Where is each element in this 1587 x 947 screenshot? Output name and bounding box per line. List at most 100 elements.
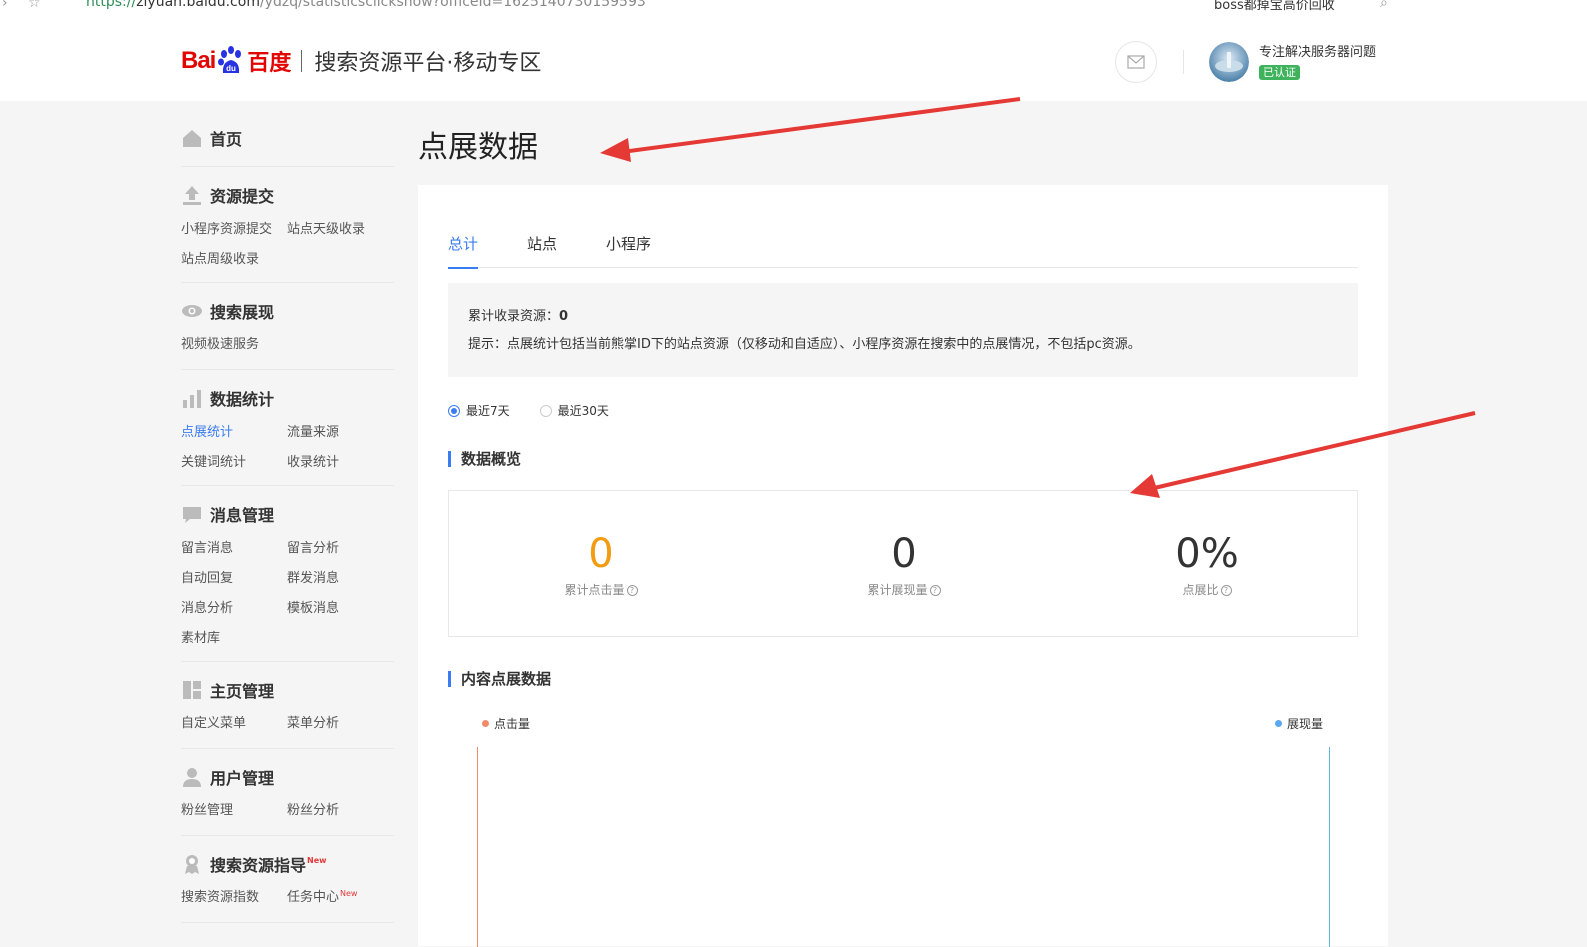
- sidebar-section-message-mgmt: 消息管理 留言消息 留言分析 自动回复 群发消息 消息分析 模板消息 素材库: [181, 486, 394, 662]
- content-data-heading: 内容点展数据: [448, 671, 551, 687]
- logo-text-bai: Bai: [181, 47, 216, 74]
- radio-selected-icon: [448, 404, 460, 417]
- bookmark-star-icon[interactable]: ☆: [28, 0, 41, 11]
- sidebar-title-message-mgmt: 消息管理: [181, 500, 274, 528]
- notice-tip: 提示：点展统计包括当前熊掌ID下的站点资源（仅移动和自适应）、小程序资源在搜索中…: [468, 337, 1141, 352]
- legend-dot-icon: [1275, 720, 1282, 727]
- chart-right-axis: [1329, 747, 1330, 947]
- sidebar-item-auto-reply[interactable]: 自动回复: [181, 564, 287, 594]
- svg-text:du: du: [226, 64, 236, 73]
- sidebar-item-fans-analysis[interactable]: 粉丝分析: [287, 796, 393, 826]
- notice-box: 累计收录资源：0 提示：点展统计包括当前熊掌ID下的站点资源（仅移动和自适应）、…: [448, 283, 1358, 377]
- sidebar-item-template-message[interactable]: 模板消息: [287, 594, 393, 624]
- stat-total-clicks: 0 累计点击量?: [501, 531, 701, 598]
- date-range-selector: 最近7天 最近30天: [448, 402, 639, 419]
- chat-bubble-icon: [181, 503, 203, 525]
- sidebar-item-mass-message[interactable]: 群发消息: [287, 564, 393, 594]
- stat-clicks-value: 0: [588, 531, 614, 577]
- bar-chart-icon: [181, 387, 203, 409]
- sidebar-title-resource-guide: 搜索资源指导 New: [181, 850, 327, 878]
- sidebar-section-homepage-mgmt: 主页管理 自定义菜单 菜单分析: [181, 662, 394, 749]
- address-url[interactable]: https://ziyuan.baidu.com/ydzq/statistics…: [86, 0, 646, 10]
- sidebar-item-home[interactable]: 首页: [181, 124, 242, 152]
- sidebar-section-home: 首页: [181, 102, 394, 167]
- stat-ctr: 0% 点展比?: [1107, 531, 1307, 598]
- sidebar-title-user-mgmt: 用户管理: [181, 763, 274, 791]
- browser-search-box[interactable]: boss都掉宝高价回收: [1214, 0, 1335, 13]
- sidebar-item-material-library[interactable]: 素材库: [181, 624, 287, 654]
- stat-total-impressions: 0 累计展现量?: [804, 531, 1004, 598]
- legend-impressions[interactable]: 展现量: [1275, 715, 1323, 732]
- sidebar-item-site-weekly[interactable]: 站点周级收录: [181, 245, 287, 275]
- logo-text-baidu: 百度: [247, 51, 292, 76]
- sidebar-title-data-stats: 数据统计: [181, 384, 274, 412]
- new-badge: New: [307, 855, 327, 865]
- sidebar-item-click-display-stats[interactable]: 点展统计: [181, 418, 287, 448]
- tab-total[interactable]: 总计: [448, 233, 479, 269]
- user-icon: [181, 766, 203, 788]
- tab-mini-program[interactable]: 小程序: [606, 233, 651, 267]
- upload-icon: [181, 184, 203, 206]
- verified-badge: 已认证: [1259, 65, 1300, 80]
- top-header: Bai du 百度 搜索资源平台·移动专区 专注解决服务器问题 已认证: [0, 14, 1587, 101]
- sidebar-item-task-center[interactable]: 任务中心New: [287, 883, 393, 913]
- user-name[interactable]: 专注解决服务器问题: [1259, 41, 1376, 60]
- eye-icon: [181, 300, 203, 322]
- sidebar-item-custom-menu[interactable]: 自定义菜单: [181, 709, 287, 739]
- sidebar-item-comments[interactable]: 留言消息: [181, 534, 287, 564]
- sidebar-title-resource-submit: 资源提交: [181, 181, 274, 209]
- sidebar-home-label: 首页: [210, 130, 243, 149]
- range-7-days[interactable]: 最近7天: [448, 402, 510, 419]
- message-button[interactable]: [1115, 41, 1157, 83]
- help-icon[interactable]: ?: [626, 585, 638, 596]
- back-icon[interactable]: ›: [2, 0, 8, 11]
- sidebar-section-data-stats: 数据统计 点展统计 流量来源 关键词统计 收录统计: [181, 370, 394, 486]
- sidebar-item-resource-index[interactable]: 搜索资源指数: [181, 883, 287, 913]
- sidebar-nav: 首页 资源提交 小程序资源提交 站点天级收录 站点周级收录 搜索展现 视频极速服…: [181, 102, 394, 923]
- total-resources: 累计收录资源：0: [468, 309, 569, 324]
- sidebar-title-search-display: 搜索展现: [181, 297, 274, 325]
- sidebar-section-user-mgmt: 用户管理 粉丝管理 粉丝分析: [181, 749, 394, 836]
- award-icon: [181, 853, 203, 875]
- new-badge: New: [340, 889, 358, 898]
- range-30-days[interactable]: 最近30天: [539, 402, 609, 419]
- annotation-arrow-1: [600, 97, 1021, 162]
- page-title: 点展数据: [418, 130, 538, 165]
- logo-divider: [301, 50, 303, 72]
- header-divider: [1183, 50, 1184, 74]
- sidebar-item-keyword-stats[interactable]: 关键词统计: [181, 448, 287, 478]
- mail-icon: [1127, 55, 1145, 69]
- sidebar-item-mini-program-submit[interactable]: 小程序资源提交: [181, 215, 287, 245]
- sidebar-item-site-daily[interactable]: 站点天级收录: [287, 215, 393, 245]
- avatar[interactable]: [1209, 42, 1249, 82]
- help-icon[interactable]: ?: [1220, 585, 1232, 596]
- legend-dot-icon: [482, 720, 489, 727]
- search-icon[interactable]: ⌕: [1380, 0, 1388, 11]
- sidebar-section-resource-submit: 资源提交 小程序资源提交 站点天级收录 站点周级收录: [181, 167, 394, 283]
- sidebar-section-resource-guide: 搜索资源指导 New 搜索资源指数 任务中心New: [181, 836, 394, 923]
- layout-grid-icon: [181, 679, 203, 701]
- sidebar-item-fans-mgmt[interactable]: 粉丝管理: [181, 796, 287, 826]
- sidebar-item-traffic-source[interactable]: 流量来源: [287, 418, 393, 448]
- tab-bar: 总计 站点 小程序: [448, 229, 1358, 269]
- content-card: 总计 站点 小程序 累计收录资源：0 提示：点展统计包括当前熊掌ID下的站点资源…: [418, 185, 1388, 947]
- platform-title: 搜索资源平台·移动专区: [314, 51, 542, 76]
- tab-site[interactable]: 站点: [527, 233, 557, 267]
- sidebar-title-homepage-mgmt: 主页管理: [181, 676, 274, 704]
- radio-unselected-icon: [539, 404, 552, 417]
- chart-left-axis: [477, 747, 478, 947]
- sidebar-item-message-analysis[interactable]: 消息分析: [181, 594, 287, 624]
- stat-ctr-value: 0%: [1175, 531, 1239, 577]
- sidebar-item-index-stats[interactable]: 收录统计: [287, 448, 393, 478]
- overview-stats: 0 累计点击量? 0 累计展现量? 0% 点展比?: [448, 490, 1358, 637]
- browser-address-bar: › ☆ https://ziyuan.baidu.com/ydzq/statis…: [0, 0, 1587, 14]
- overview-heading: 数据概览: [448, 451, 521, 467]
- help-icon[interactable]: ?: [929, 585, 941, 596]
- sidebar-item-menu-analysis[interactable]: 菜单分析: [287, 709, 393, 739]
- sidebar-item-comment-analysis[interactable]: 留言分析: [287, 534, 393, 564]
- sidebar-item-video-service[interactable]: 视频极速服务: [181, 330, 287, 360]
- paw-logo-icon: du: [216, 46, 246, 76]
- legend-clicks[interactable]: 点击量: [482, 715, 530, 732]
- baidu-logo[interactable]: Bai du 百度 搜索资源平台·移动专区: [181, 46, 541, 76]
- stat-impressions-value: 0: [891, 531, 917, 577]
